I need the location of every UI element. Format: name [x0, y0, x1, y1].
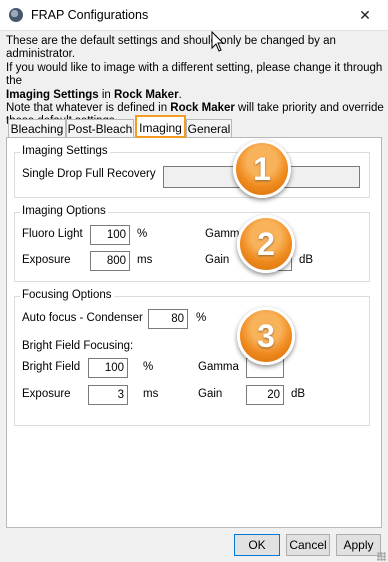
intro-note-end: will take priority and override	[234, 102, 384, 115]
autofocus-input[interactable]: 80	[148, 309, 188, 329]
focusing-options-title: Focusing Options	[20, 289, 114, 301]
fluoro-light-unit: %	[137, 228, 148, 240]
bright-field-input[interactable]: 100	[88, 358, 128, 378]
focus-exposure-unit: ms	[143, 388, 159, 400]
single-drop-label: Single Drop Full Recovery	[22, 168, 156, 180]
autofocus-unit: %	[196, 312, 207, 324]
rock-maker-emphasis: Rock Maker	[114, 88, 179, 101]
callout-badge-2: 2	[237, 215, 295, 273]
intro-in-text: in	[98, 88, 114, 101]
mouse-pointer-icon	[211, 31, 225, 52]
fluoro-light-input[interactable]: 100	[90, 225, 130, 245]
tab-post-bleach[interactable]: Post-Bleach	[66, 119, 134, 137]
focus-gamma-label: Gamma	[198, 361, 239, 373]
intro-line-2: If you would like to image with a differ…	[6, 61, 383, 88]
focus-exposure-label: Exposure	[22, 388, 71, 400]
exposure-input[interactable]: 800	[90, 251, 130, 271]
focus-gain-unit: dB	[291, 388, 306, 400]
rock-maker-icon	[9, 8, 23, 22]
imaging-options-group	[14, 212, 370, 282]
fluoro-light-label: Fluoro Light	[22, 228, 83, 240]
rock-maker-emphasis-2: Rock Maker	[170, 102, 235, 115]
callout-badge-3: 3	[237, 307, 295, 365]
bright-field-label: Bright Field	[22, 361, 81, 373]
ok-button[interactable]: OK	[234, 534, 280, 556]
gain-unit: dB	[299, 254, 314, 266]
imaging-settings-emphasis: Imaging Settings	[6, 88, 99, 101]
tab-general[interactable]: General	[186, 119, 232, 137]
imaging-settings-title: Imaging Settings	[20, 145, 110, 157]
intro-line-3: Imaging Settings in Rock Maker.	[6, 89, 384, 102]
focus-exposure-input[interactable]: 3	[88, 385, 128, 405]
autofocus-label: Auto focus - Condenser	[22, 312, 143, 324]
exposure-unit: ms	[137, 254, 153, 266]
window-title: FRAP Configurations	[31, 8, 149, 22]
intro-period: .	[178, 88, 182, 101]
gain-label: Gain	[205, 254, 230, 266]
bright-field-heading: Bright Field Focusing:	[22, 340, 134, 352]
resize-grip-icon[interactable]	[377, 552, 386, 561]
tab-bleaching[interactable]: Bleaching	[8, 119, 66, 137]
focus-gain-label: Gain	[198, 388, 223, 400]
intro-note-start: Note that whatever is defined in	[6, 102, 171, 115]
apply-button[interactable]: Apply	[336, 534, 381, 556]
exposure-label: Exposure	[22, 254, 71, 266]
cancel-button[interactable]: Cancel	[286, 534, 330, 556]
bright-field-unit: %	[143, 361, 154, 373]
intro-line-4: Note that whatever is defined in Rock Ma…	[6, 102, 384, 115]
close-button[interactable]: ✕	[350, 4, 380, 26]
imaging-options-title: Imaging Options	[20, 205, 108, 217]
intro-text: These are the default settings and shoul…	[6, 35, 384, 129]
callout-badge-1: 1	[233, 140, 291, 198]
tab-imaging[interactable]: Imaging	[135, 116, 186, 138]
focus-gain-input[interactable]: 20	[246, 385, 284, 405]
intro-line-1: These are the default settings and shoul…	[6, 35, 336, 61]
